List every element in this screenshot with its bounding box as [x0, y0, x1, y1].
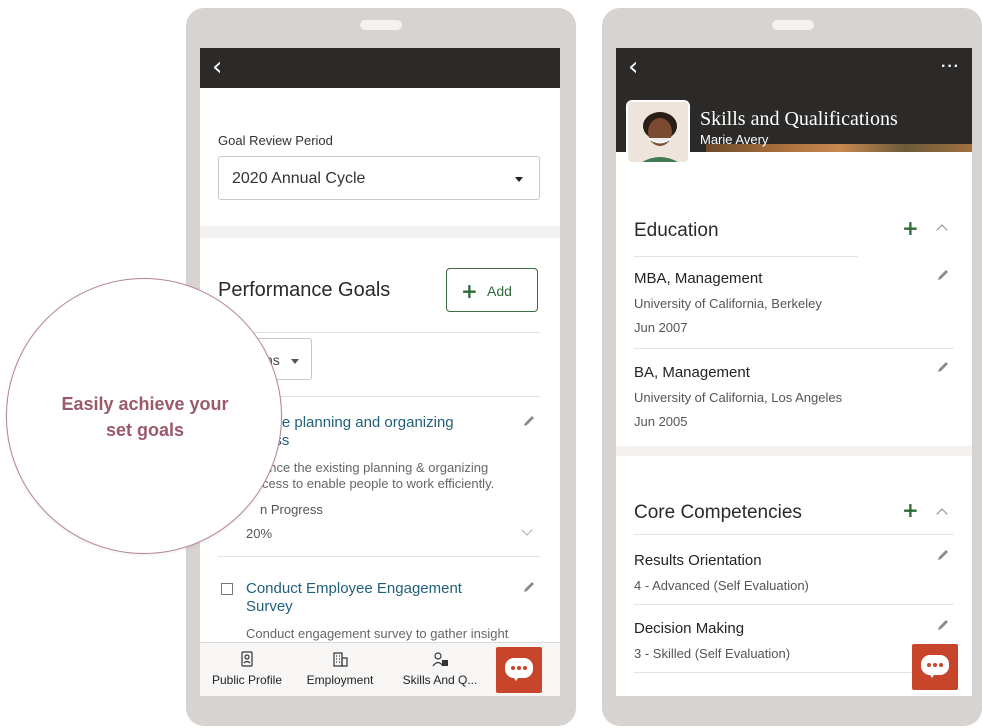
edit-pencil-icon[interactable]	[936, 548, 950, 562]
goal-title-line: Conduct Employee Engagement	[246, 580, 462, 597]
section-separator	[616, 446, 972, 456]
chat-bubble-icon	[921, 655, 949, 678]
divider	[218, 332, 540, 333]
more-options-icon[interactable]: ···	[941, 58, 960, 76]
competency-name: Results Orientation	[634, 552, 762, 569]
education-degree: BA, Management	[634, 364, 750, 381]
collapse-chevron-up-icon[interactable]	[936, 508, 948, 520]
callout-text: Easily achieve your set goals	[7, 391, 283, 443]
goal-review-period-select[interactable]: 2020 Annual Cycle	[218, 156, 540, 200]
page-title: Skills and Qualifications	[700, 108, 898, 130]
nav-label: Public Profile	[211, 673, 283, 687]
divider	[634, 348, 954, 349]
avatar-photo	[628, 102, 688, 162]
nav-label: Employment	[306, 673, 374, 687]
right-phone-frame: ‹ ··· Skills and Qualifications Marie Av…	[602, 8, 982, 726]
education-date: Jun 2005	[634, 414, 688, 429]
competency-name: Decision Making	[634, 620, 745, 637]
phone-speaker	[772, 20, 814, 30]
section-separator	[200, 226, 560, 238]
back-chevron-icon[interactable]: ‹	[628, 54, 638, 80]
goal-review-period-value: 2020 Annual Cycle	[232, 170, 366, 187]
goal-title-line: Survey	[246, 598, 293, 615]
nav-public-profile[interactable]: Public Profile	[204, 651, 290, 687]
caret-down-icon	[515, 177, 523, 182]
canvas: ‹ Goal Review Period 2020 Annual Cycle P…	[0, 0, 982, 728]
goal-title-link[interactable]: Conduct Employee Engagement Survey	[246, 580, 496, 616]
phone-speaker	[360, 20, 402, 30]
divider	[634, 604, 954, 605]
education-date: Jun 2007	[634, 320, 688, 335]
right-phone-screen: ‹ ··· Skills and Qualifications Marie Av…	[616, 48, 972, 696]
badge-icon	[241, 651, 253, 667]
goal-review-period-label: Goal Review Period	[218, 133, 333, 148]
education-title: Education	[634, 220, 719, 241]
collapse-chevron-up-icon[interactable]	[936, 224, 948, 236]
goal-description-line: ance the existing planning & organizing	[262, 460, 489, 475]
goal-progress: 20%	[246, 526, 273, 541]
edit-pencil-icon[interactable]	[936, 268, 950, 282]
education-school: University of California, Berkeley	[634, 296, 822, 311]
nav-employment[interactable]: Employment	[300, 651, 380, 687]
top-bar: ‹	[200, 48, 560, 88]
goal-title-line: ove planning and organizing	[266, 414, 454, 431]
divider	[634, 672, 954, 673]
nav-label: Skills And Q...	[402, 673, 478, 687]
competency-level: 4 - Advanced (Self Evaluation)	[634, 578, 809, 593]
avatar	[626, 100, 690, 164]
chat-button[interactable]	[912, 644, 958, 690]
add-button-label: Add	[487, 283, 512, 299]
performance-goals-title: Performance Goals	[218, 279, 391, 301]
education-school: University of California, Los Angeles	[634, 390, 843, 405]
divider	[634, 256, 858, 257]
callout-line: Easily achieve your	[61, 394, 229, 414]
plus-icon: +	[461, 279, 478, 303]
page-subtitle: Marie Avery	[700, 132, 769, 147]
goal-status: n Progress	[260, 502, 323, 517]
building-icon	[333, 652, 348, 667]
goal-description-line: cess to enable people to work efficientl…	[262, 476, 495, 491]
chat-bubble-icon	[505, 658, 533, 681]
chevron-down-icon[interactable]	[521, 524, 533, 536]
add-education-icon[interactable]: +	[902, 216, 919, 240]
edit-pencil-icon[interactable]	[522, 580, 536, 594]
divider	[218, 556, 540, 557]
goal-title-link[interactable]: ove planning and organizing ess	[266, 414, 506, 450]
edit-pencil-icon[interactable]	[522, 414, 536, 428]
goal-description: ance the existing planning & organizing …	[262, 460, 542, 492]
callout-circle: Easily achieve your set goals	[6, 278, 282, 554]
add-competency-icon[interactable]: +	[902, 498, 919, 522]
person-skills-icon	[432, 652, 448, 667]
back-chevron-icon[interactable]: ‹	[212, 54, 222, 80]
bottom-navigation: Public Profile Employment Skills And Q..…	[200, 642, 560, 696]
chat-button[interactable]	[496, 647, 542, 693]
competency-level: 3 - Skilled (Self Evaluation)	[634, 646, 791, 661]
divider	[634, 534, 954, 535]
add-goal-button[interactable]: + Add	[446, 268, 538, 312]
edit-pencil-icon[interactable]	[936, 360, 950, 374]
core-competencies-title: Core Competencies	[634, 502, 802, 523]
edit-pencil-icon[interactable]	[936, 618, 950, 632]
nav-skills-and-qualifications[interactable]: Skills And Q...	[390, 651, 490, 687]
callout-line: set goals	[105, 420, 185, 440]
caret-down-icon	[291, 359, 299, 364]
goal-description: Conduct engagement survey to gather insi…	[246, 626, 509, 641]
goal-checkbox[interactable]	[221, 583, 233, 595]
education-degree: MBA, Management	[634, 270, 763, 287]
